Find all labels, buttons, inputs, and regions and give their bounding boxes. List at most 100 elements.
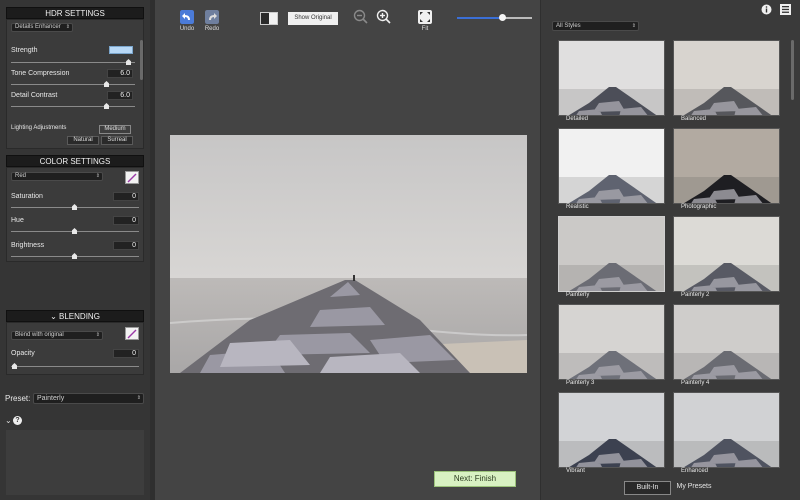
style-label: Painterly 4 — [681, 380, 710, 386]
compare-split-icon[interactable] — [260, 12, 278, 25]
color-channel-value: Red — [15, 173, 27, 179]
style-thumbnail[interactable]: Painterly 3 — [558, 304, 665, 400]
lighting-medium-button[interactable]: Medium — [99, 125, 131, 134]
color-channel-dropdown[interactable]: Red ⇕ — [11, 172, 103, 181]
color-settings-header: COLOR SETTINGS — [6, 155, 144, 167]
style-filter-value: All Styles — [556, 23, 581, 29]
tone-compression-slider-track[interactable] — [11, 84, 135, 85]
saturation-slider-thumb[interactable] — [72, 204, 77, 210]
menu-list-icon[interactable] — [780, 4, 791, 15]
hdr-preset-dropdown[interactable]: Details Enhancer ⇕ — [11, 23, 73, 32]
brightness-slider-thumb[interactable] — [72, 253, 77, 259]
style-label: Painterly 2 — [681, 292, 710, 298]
redo-icon — [205, 10, 219, 24]
hdr-settings-body: Details Enhancer ⇕ Strength Tone Compres… — [6, 19, 144, 149]
dropdown-arrow-icon: ⇕ — [136, 395, 141, 401]
blend-mode-value: Blend with original — [15, 332, 64, 338]
preview-image[interactable] — [170, 135, 527, 373]
style-filter-dropdown[interactable]: All Styles ⇕ — [552, 21, 639, 31]
lighting-natural-button[interactable]: Natural — [67, 136, 99, 145]
style-label: Enhanced — [681, 468, 709, 474]
fit-icon — [418, 10, 432, 24]
left-settings-panel: HDR SETTINGS Details Enhancer ⇕ Strength… — [0, 0, 150, 500]
eyedropper-icon — [127, 329, 137, 339]
opacity-slider-thumb[interactable] — [12, 363, 17, 369]
zoom-slider-thumb[interactable] — [498, 14, 506, 21]
lighting-surreal-button[interactable]: Surreal — [101, 136, 133, 145]
style-preview-image — [673, 216, 780, 292]
show-original-button[interactable]: Show Original — [288, 12, 338, 25]
next-finish-button[interactable]: Next: Finish — [434, 471, 516, 487]
fit-button[interactable]: Fit — [415, 10, 435, 32]
detail-contrast-slider-thumb[interactable] — [104, 103, 109, 109]
chevron-down-icon[interactable]: ⌄ — [5, 416, 12, 425]
zoom-out-icon[interactable] — [353, 9, 369, 25]
undo-button[interactable]: Undo — [177, 10, 197, 32]
style-preview-image — [673, 128, 780, 204]
undo-icon — [180, 10, 194, 24]
style-thumbnail[interactable]: Balanced — [673, 40, 780, 136]
style-thumbnail[interactable]: Enhanced — [673, 392, 780, 488]
preset-value: Painterly — [37, 395, 65, 402]
strength-label: Strength — [11, 47, 38, 54]
redo-label: Redo — [204, 26, 220, 32]
preview-area: Undo Redo Show Original Fit Next: Finish — [155, 0, 540, 500]
style-thumbnail[interactable]: Realistic — [558, 128, 665, 224]
detail-contrast-value[interactable]: 6.0 — [107, 91, 133, 100]
hue-label: Hue — [11, 217, 24, 224]
hue-slider-thumb[interactable] — [72, 228, 77, 234]
brightness-value[interactable]: 0 — [113, 241, 139, 250]
detail-contrast-label: Detail Contrast — [11, 92, 58, 99]
preset-label: Preset: — [5, 394, 31, 403]
style-preview-image — [673, 392, 780, 468]
jetty-photo — [170, 135, 527, 373]
redo-button[interactable]: Redo — [202, 10, 222, 32]
preset-dropdown[interactable]: Painterly ⇕ — [33, 393, 144, 404]
zoom-slider-fill — [457, 17, 502, 19]
zoom-slider-track[interactable] — [457, 14, 532, 21]
color-settings-body: Red ⇕ Saturation 0 Hue 0 Brightness 0 — [6, 167, 144, 262]
strength-slider-track[interactable] — [11, 62, 135, 63]
opacity-value[interactable]: 0 — [113, 349, 139, 358]
help-icon[interactable]: ? — [13, 416, 22, 425]
tab-built-in[interactable]: Built-In — [624, 481, 671, 495]
style-preview-image — [558, 392, 665, 468]
blend-color-button[interactable] — [125, 327, 139, 340]
style-preview-image — [673, 304, 780, 380]
style-thumbnail[interactable]: Painterly 4 — [673, 304, 780, 400]
style-thumbnail[interactable]: Painterly — [558, 216, 665, 312]
tab-my-presets[interactable]: My Presets — [673, 481, 715, 495]
style-label: Balanced — [681, 116, 707, 122]
style-label: Vibrant — [566, 468, 585, 474]
style-thumbnail[interactable]: Painterly 2 — [673, 216, 780, 312]
strength-slider-thumb[interactable] — [126, 59, 131, 65]
eyedropper-icon — [127, 173, 137, 183]
strength-value-field[interactable] — [109, 46, 133, 54]
style-thumbnail[interactable]: Photographic — [673, 128, 780, 224]
saturation-label: Saturation — [11, 193, 43, 200]
opacity-slider-track[interactable] — [11, 366, 139, 367]
tone-compression-slider-thumb[interactable] — [104, 81, 109, 87]
saturation-value[interactable]: 0 — [113, 192, 139, 201]
zoom-in-icon[interactable] — [376, 9, 392, 25]
dropdown-arrow-icon: ⇕ — [95, 173, 100, 179]
opacity-label: Opacity — [11, 350, 35, 357]
tone-compression-value[interactable]: 6.0 — [107, 69, 133, 78]
hue-value[interactable]: 0 — [113, 216, 139, 225]
undo-label: Undo — [179, 26, 195, 32]
tone-compression-label: Tone Compression — [11, 70, 70, 77]
styles-scrollbar[interactable] — [791, 40, 794, 100]
style-preview-image — [673, 40, 780, 116]
dropdown-arrow-icon: ⇕ — [95, 332, 100, 338]
detail-contrast-slider-track[interactable] — [11, 106, 135, 107]
style-preview-image — [558, 128, 665, 204]
info-icon[interactable] — [761, 4, 772, 15]
style-thumbnail[interactable]: Detailed — [558, 40, 665, 136]
style-thumbnail[interactable]: Vibrant — [558, 392, 665, 488]
color-picker-button[interactable] — [125, 171, 139, 184]
blend-mode-dropdown[interactable]: Blend with original ⇕ — [11, 331, 103, 340]
hdr-scrollbar[interactable] — [140, 40, 143, 80]
blending-header[interactable]: ⌄ BLENDING — [6, 310, 144, 322]
blending-title: BLENDING — [59, 312, 100, 321]
style-label: Painterly 3 — [566, 380, 595, 386]
